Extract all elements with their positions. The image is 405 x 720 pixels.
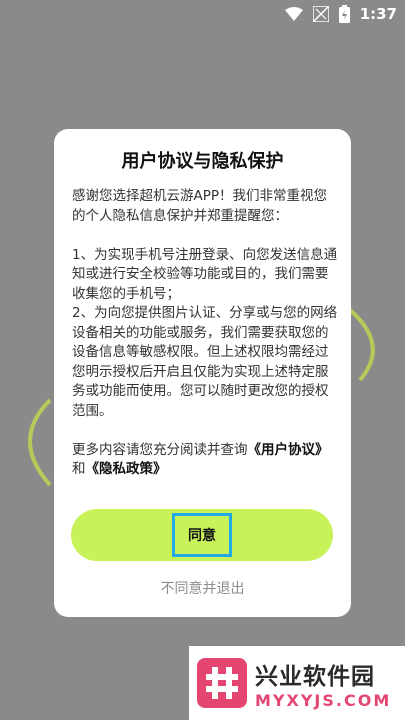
signal-icon — [312, 6, 329, 22]
hash-logo-icon — [197, 658, 247, 708]
disagree-exit-button[interactable]: 不同意并退出 — [54, 578, 351, 598]
privacy-policy-link[interactable]: 《隐私政策》 — [86, 461, 167, 477]
item-1-text: 1、为实现手机号注册登录、向您发送信息通知或进行安全校验等功能或目的，我们需要收… — [72, 246, 338, 302]
privacy-dialog: 用户协议与隐私保护 感谢您选择超机云游APP！我们非常重视您的个人隐私信息保护并… — [54, 129, 351, 617]
wifi-icon — [284, 7, 303, 21]
dialog-body: 感谢您选择超机云游APP！我们非常重视您的个人隐私信息保护并郑重提醒您： 1、为… — [72, 187, 340, 480]
status-time: 1:37 — [359, 5, 397, 23]
intro-text: 感谢您选择超机云游APP！我们非常重视您的个人隐私信息保护并郑重提醒您： — [72, 188, 328, 224]
dialog-title: 用户协议与隐私保护 — [121, 151, 284, 172]
agree-button-container[interactable]: 同意 — [71, 509, 333, 561]
user-agreement-link[interactable]: 《用户协议》 — [248, 442, 329, 458]
watermark-url: MYXYJS.COM — [255, 690, 392, 710]
battery-icon — [338, 5, 350, 23]
item-2-text: 2、为向您提供图片认证、分享或与您的网络设备相关的功能或服务，我们需要获取您的设… — [72, 305, 338, 419]
status-bar: 1:37 — [0, 0, 405, 30]
watermark-title: 兴业软件园 — [255, 663, 375, 690]
and-text: 和 — [72, 461, 86, 477]
more-prefix: 更多内容请您充分阅读并查询 — [72, 441, 248, 458]
watermark: 兴业软件园 MYXYJS.COM — [189, 646, 405, 720]
more-info-text: 更多内容请您充分阅读并查询《用户协议》和《隐私政策》 — [72, 441, 340, 480]
agree-button[interactable]: 同意 — [172, 513, 232, 557]
